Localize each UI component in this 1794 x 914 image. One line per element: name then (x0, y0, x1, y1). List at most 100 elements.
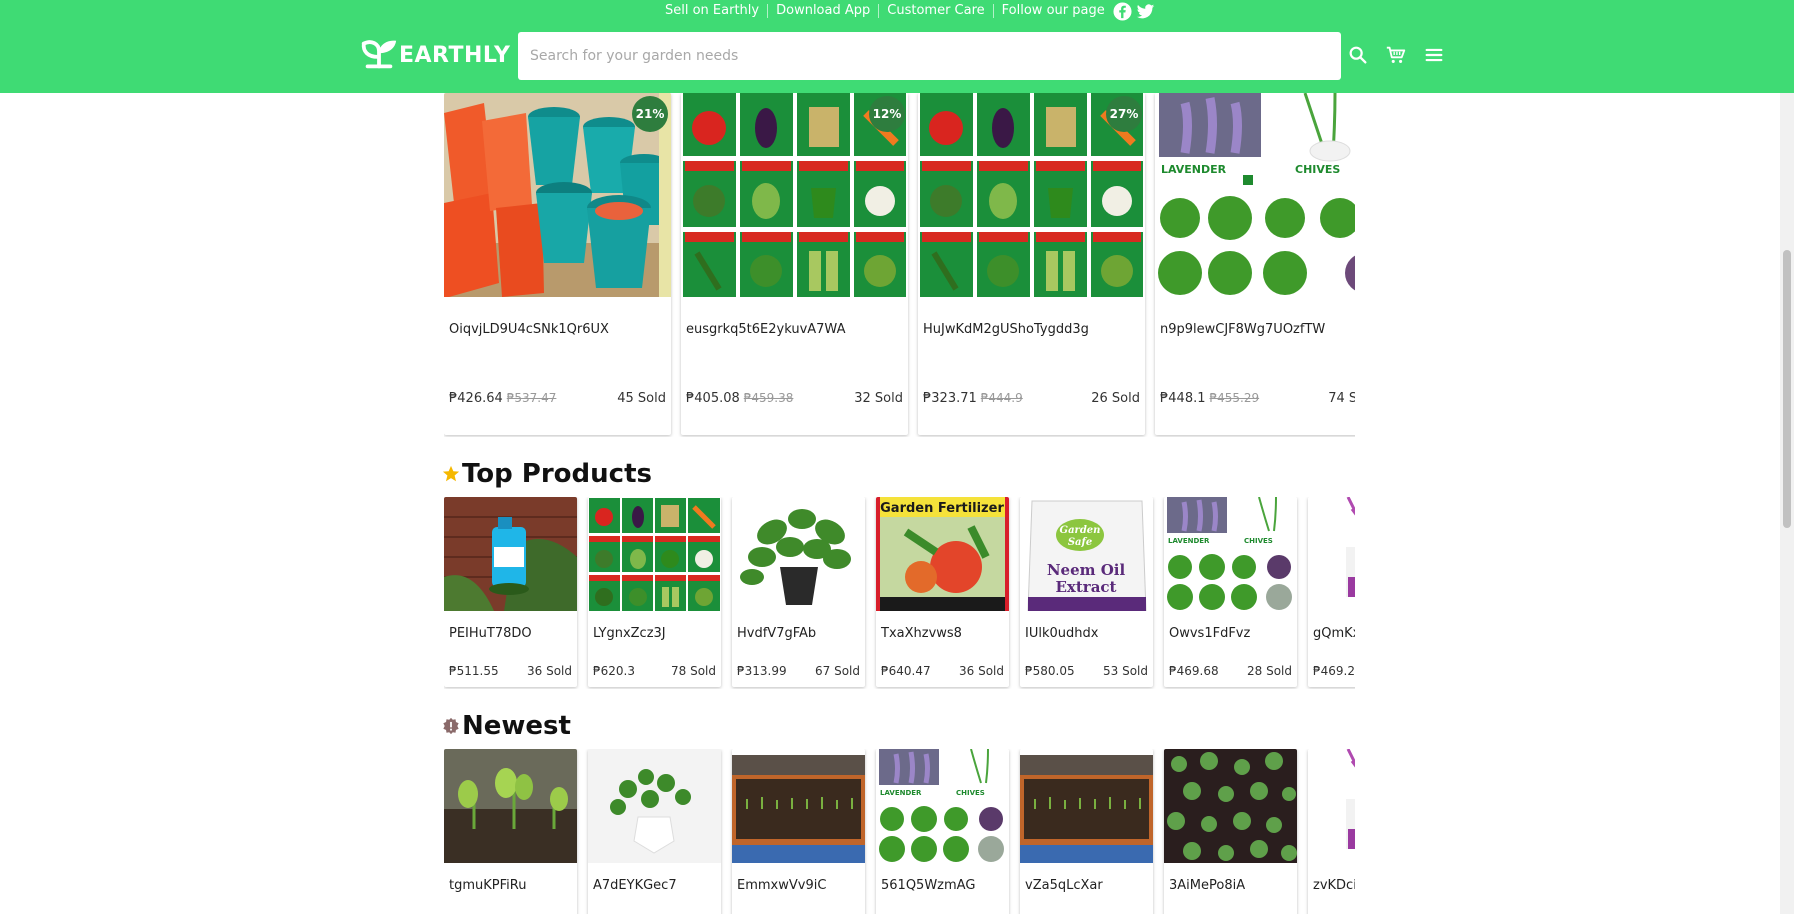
product-image: LAVENDER CHIVES (876, 749, 1009, 863)
product-image (1308, 749, 1355, 863)
section-title: Newest (462, 711, 571, 741)
product-name[interactable]: zvKDci (1313, 878, 1355, 893)
product-card[interactable]: 21% OiqvjLD9U4cSNk1Qr6UX ₱426.64 ₱537.47 … (444, 93, 671, 435)
leaf-logo-icon (361, 40, 397, 69)
search-input[interactable] (518, 32, 1341, 80)
sold-count: 45 Sold (617, 391, 666, 406)
sold-count: 67 Sold (815, 664, 860, 678)
product-card[interactable]: LAVENDER CHIVES Owvs1FdFvz ₱469.68 28 So… (1164, 497, 1297, 687)
product-image: Garden Fertilizer (876, 497, 1009, 611)
product-name[interactable]: n9p9lewCJF8Wg7UOzfTW (1160, 322, 1325, 337)
sold-count: 74 Sold (1328, 391, 1355, 406)
product-name[interactable]: OiqvjLD9U4cSNk1Qr6UX (449, 322, 609, 337)
product-image (1164, 749, 1297, 863)
product-name[interactable]: HuJwKdM2gUShoTygdd3g (923, 322, 1089, 337)
product-name[interactable]: PEIHuT78DO (449, 626, 532, 641)
sell-link[interactable]: Sell on Earthly (665, 4, 769, 18)
product-image (732, 497, 865, 611)
earthly-logo[interactable]: EARTHLY (360, 37, 510, 73)
product-name[interactable]: IUlk0udhdx (1025, 626, 1098, 641)
product-image (732, 749, 865, 863)
product-name[interactable]: TxaXhzvws8 (881, 626, 962, 641)
old-price: ₱444.9 (980, 391, 1023, 405)
product-card[interactable]: PEIHuT78DO ₱511.55 36 Sold (444, 497, 577, 687)
discount-badge: 12% (869, 96, 905, 132)
product-card[interactable]: EmmxwVv9iC (732, 749, 865, 914)
product-card[interactable]: vZa5qLcXar (1020, 749, 1153, 914)
svg-text:Garden Fertilizer: Garden Fertilizer (880, 501, 1004, 516)
sold-count: 28 Sold (1247, 664, 1292, 678)
twitter-icon[interactable] (1136, 2, 1155, 21)
svg-text:Extract: Extract (1056, 578, 1117, 596)
product-card[interactable]: gQmKx ₱469.2 (1308, 497, 1355, 687)
top-header: Sell on Earthly Download App Customer Ca… (0, 0, 1794, 93)
search-icon[interactable] (1347, 44, 1369, 66)
product-name[interactable]: 561Q5WzmAG (881, 878, 975, 893)
current-price: ₱405.08 (686, 391, 740, 406)
product-name[interactable]: 3AiMePo8iA (1169, 878, 1245, 893)
top-products-heading: Top Products (442, 459, 652, 489)
current-price: ₱426.64 (449, 391, 503, 406)
svg-text:Garden: Garden (1060, 525, 1101, 536)
product-card[interactable]: Garden Fertilizer TxaXhzvws8 ₱640.47 36 … (876, 497, 1009, 687)
product-price: ₱640.47 (881, 664, 931, 678)
product-image: LAVENDER CHIVES (1164, 497, 1297, 611)
cart-icon[interactable] (1385, 44, 1407, 66)
product-name[interactable]: vZa5qLcXar (1025, 878, 1103, 893)
product-price: ₱580.05 (1025, 664, 1075, 678)
menu-icon[interactable] (1423, 44, 1445, 66)
product-price: ₱426.64 ₱537.47 (449, 391, 556, 406)
svg-text:Neem Oil: Neem Oil (1047, 561, 1126, 579)
product-name[interactable]: HvdfV7gFAb (737, 626, 816, 641)
follow-page-label: Follow our page (1001, 3, 1105, 18)
product-card[interactable]: LYgnxZcz3J ₱620.3 78 Sold (588, 497, 721, 687)
product-name[interactable]: A7dEYKGec7 (593, 878, 677, 893)
sold-count: 32 Sold (854, 391, 903, 406)
product-name[interactable]: EmmxwVv9iC (737, 878, 826, 893)
product-price: ₱405.08 ₱459.38 (686, 391, 793, 406)
product-name[interactable]: tgmuKPFiRu (449, 878, 526, 893)
top-links-bar: Sell on Earthly Download App Customer Ca… (665, 0, 1155, 22)
logo-text: EARTHLY (399, 42, 511, 68)
product-card[interactable]: A7dEYKGec7 (588, 749, 721, 914)
product-image (588, 749, 721, 863)
product-name[interactable]: eusgrkq5t6E2ykuvA7WA (686, 322, 845, 337)
sold-count: 26 Sold (1091, 391, 1140, 406)
newest-heading: Newest (442, 711, 571, 741)
page-scrollbar[interactable] (1780, 93, 1794, 914)
svg-text:Safe: Safe (1068, 537, 1092, 548)
sold-count: 36 Sold (527, 664, 572, 678)
top-products-strip: PEIHuT78DO ₱511.55 36 Sold LYgnxZcz3J ₱6… (444, 497, 1355, 689)
svg-text:LAVENDER: LAVENDER (1161, 163, 1227, 176)
product-image: Garden Safe Neem Oil Extract (1020, 497, 1153, 611)
old-price: ₱459.38 (743, 391, 794, 405)
section-title: Top Products (462, 459, 652, 489)
facebook-icon[interactable] (1113, 1, 1132, 21)
sold-count: 53 Sold (1103, 664, 1148, 678)
product-image (444, 749, 577, 863)
product-card[interactable]: tgmuKPFiRu (444, 749, 577, 914)
product-card[interactable]: 3AiMePo8iA (1164, 749, 1297, 914)
product-name[interactable]: gQmKx (1313, 626, 1355, 641)
social-links (1113, 1, 1155, 21)
product-card[interactable]: Garden Safe Neem Oil Extract IUlk0udhdx … (1020, 497, 1153, 687)
product-card[interactable]: LAVENDER CHIVES n9p9lewCJF8Wg7UOzfTW ₱44… (1155, 93, 1355, 435)
customer-care-link[interactable]: Customer Care (879, 4, 994, 18)
product-card[interactable]: HvdfV7gFAb ₱313.99 67 Sold (732, 497, 865, 687)
product-card[interactable]: 27% HuJwKdM2gUShoTygdd3g ₱323.71 ₱444.9 2… (918, 93, 1145, 435)
scrollbar-thumb[interactable] (1783, 250, 1791, 528)
old-price: ₱455.29 (1209, 391, 1260, 405)
product-card[interactable]: zvKDci (1308, 749, 1355, 914)
product-name[interactable]: Owvs1FdFvz (1169, 626, 1250, 641)
svg-text:LAVENDER: LAVENDER (880, 789, 922, 797)
newest-products-strip: tgmuKPFiRu A7dEYKGec7 EmmxwVv9iC LAVENDE… (444, 749, 1355, 914)
product-card[interactable]: 12% eusgrkq5t6E2ykuvA7WA ₱405.08 ₱459.38 … (681, 93, 908, 435)
product-name[interactable]: LYgnxZcz3J (593, 626, 666, 641)
download-app-link[interactable]: Download App (768, 4, 880, 18)
sold-count: 78 Sold (671, 664, 716, 678)
product-card[interactable]: LAVENDER CHIVES 561Q5WzmAG (876, 749, 1009, 914)
product-price: ₱620.3 (593, 664, 635, 678)
product-price: ₱313.99 (737, 664, 787, 678)
old-price: ₱537.47 (506, 391, 557, 405)
product-image (1020, 749, 1153, 863)
